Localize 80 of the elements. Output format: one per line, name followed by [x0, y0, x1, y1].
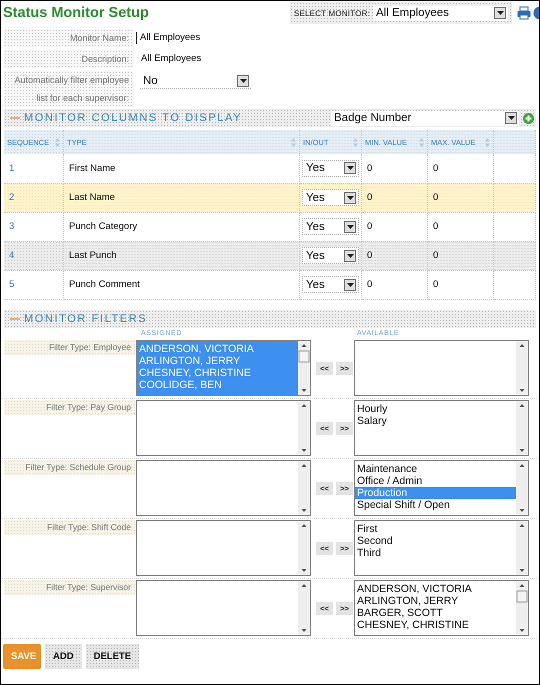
printer-icon [517, 6, 531, 20]
list-option[interactable]: Third [355, 546, 516, 558]
page-title: Status Monitor Setup [3, 5, 150, 21]
list-option[interactable]: First [355, 522, 516, 534]
filter-label: Filter Type: Employee [4, 340, 136, 354]
list-option[interactable]: Office / Admin [355, 474, 516, 486]
help-icon [533, 6, 539, 20]
table-cell: 0 [433, 192, 438, 203]
sequence-link[interactable]: 5 [9, 279, 14, 290]
table-cell: Last Name [69, 192, 115, 203]
list-option[interactable]: CHESNEY, CHRISTINE [355, 618, 516, 630]
list-box[interactable]: First Second Third [354, 520, 529, 576]
table-row[interactable]: 3 Punch Category Yes 0 0 [4, 212, 536, 241]
list-box[interactable] [136, 460, 311, 516]
filter-label: Filter Type: Supervisor [4, 580, 136, 594]
sort-icon [353, 138, 358, 146]
table-cell: 0 [367, 250, 372, 261]
list-box[interactable] [136, 520, 311, 576]
monitor-name-field[interactable]: All Employees [136, 32, 200, 44]
table-cell: Last Punch [69, 250, 117, 261]
sort-icon [419, 138, 424, 146]
list-option[interactable]: Salary [355, 414, 516, 426]
list-option[interactable]: Special Shift / Open [355, 498, 516, 510]
description-value: All Employees [140, 52, 202, 66]
table-cell: 0 [367, 279, 372, 290]
list-option[interactable]: Second [355, 534, 516, 546]
list-option[interactable]: ANDERSON, VICTORIA [355, 582, 516, 594]
in-out-dropdown[interactable]: Yes [302, 276, 359, 293]
monitor-dropdown[interactable]: All Employees [373, 6, 508, 20]
table-cell: 0 [433, 250, 438, 261]
table-row[interactable]: 5 Punch Comment Yes 0 0 [4, 270, 536, 299]
filter-dropdown[interactable]: No [140, 73, 251, 89]
table-cell: Punch Category [69, 221, 138, 232]
dash-icon [10, 117, 20, 119]
table-cell: 0 [367, 162, 372, 174]
list-box[interactable] [136, 400, 311, 456]
action-button[interactable]: ADD [45, 644, 82, 668]
table-cell: First Name [69, 162, 116, 174]
plus-icon [523, 112, 534, 124]
list-option[interactable]: BARGER, SCOTT [355, 606, 516, 618]
sort-icon [485, 138, 490, 146]
filter-label: Filter Type: Shift Code [4, 520, 136, 534]
sort-icon [55, 138, 60, 146]
list-box[interactable]: Maintenance Office / Admin Production Special Shift / Open [354, 460, 529, 516]
field-label: Description: [4, 50, 134, 68]
table-cell: 0 [367, 192, 372, 203]
sort-icon [291, 138, 296, 146]
sequence-link[interactable]: 2 [9, 192, 14, 203]
column-dropdown[interactable]: Badge Number [331, 110, 519, 126]
sequence-link[interactable]: 3 [9, 221, 14, 232]
in-out-dropdown[interactable]: Yes [302, 218, 359, 235]
table-cell: Punch Comment [69, 279, 140, 290]
table-cell: 0 [433, 279, 438, 290]
filter-label: Filter Type: Pay Group [4, 400, 136, 414]
table-cell: 0 [367, 221, 372, 232]
in-out-dropdown[interactable]: Yes [302, 189, 359, 206]
list-option[interactable]: Maintenance [355, 462, 516, 474]
in-out-dropdown[interactable]: Yes [302, 160, 359, 177]
table-row[interactable]: 4 Last Punch Yes 0 0 [4, 241, 536, 270]
section-title: MONITOR COLUMNS TO DISPLAY [24, 112, 242, 124]
list-box[interactable] [354, 340, 529, 396]
table-cell: 0 [433, 221, 438, 232]
field-label: Monitor Name: [4, 29, 134, 47]
list-box[interactable]: Hourly Salary [354, 400, 529, 456]
dash-icon [10, 318, 20, 320]
table-cell: 0 [433, 162, 438, 174]
in-out-dropdown[interactable]: Yes [302, 247, 359, 264]
list-option[interactable]: Hourly [355, 402, 516, 414]
filter-label: Filter Type: Schedule Group [4, 460, 136, 474]
sequence-link[interactable]: 1 [9, 162, 14, 174]
sequence-link[interactable]: 4 [9, 250, 14, 261]
table-row[interactable]: 1 First Name Yes 0 0 [4, 154, 536, 183]
action-button[interactable]: DELETE [86, 644, 140, 668]
list-option[interactable]: ARLINGTON, JERRY [355, 594, 516, 606]
section-title: MONITOR FILTERS [24, 312, 148, 324]
list-box[interactable]: ANDERSON, VICTORIA ARLINGTON, JERRY BARGER, SCOTT CHESNEY, CHRISTINE [354, 580, 529, 636]
list-box[interactable] [136, 580, 311, 636]
field-label: Automatically filter employee list for each supervisor: [4, 71, 134, 107]
table-row[interactable]: 2 Last Name Yes 0 0 [4, 183, 536, 212]
select-monitor-label: SELECT MONITOR: [294, 8, 370, 18]
